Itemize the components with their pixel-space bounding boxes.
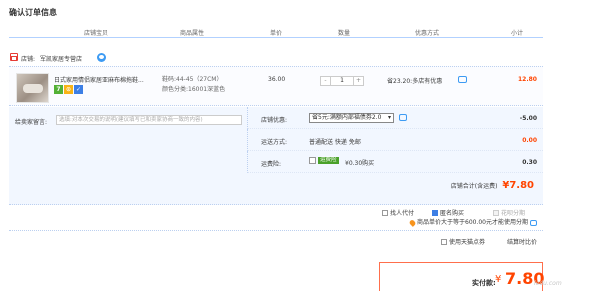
insurance-label: 运费险:	[261, 161, 282, 168]
coupon-info-icon[interactable]	[399, 114, 407, 121]
anonymous-option[interactable]: 匿名购买	[432, 208, 464, 217]
points-option[interactable]: 使用天猫点券	[441, 237, 485, 246]
order-summary: 给卖家留言: 选填:对本次交易的说明(建议填写已和卖家协商一致的内容) 店铺优惠…	[9, 107, 543, 205]
insurance-tag: 运费险	[318, 157, 339, 164]
shipping-row: 运送方式: 普通配送 快递 免邮 0.00	[247, 129, 543, 151]
sku-size: 鞋码:44-45（27CM）	[162, 76, 223, 83]
shipping-label: 运送方式:	[261, 139, 288, 146]
checkout-compare-link[interactable]: 结算时比价	[507, 237, 537, 246]
location-pin-icon	[408, 218, 417, 227]
column-header-discount: 优惠方式	[415, 30, 440, 37]
product-thumbnail[interactable]	[16, 73, 49, 103]
quantity-input[interactable]: 1	[331, 76, 353, 86]
column-header-attributes: 商品属性	[180, 30, 205, 37]
quantity-stepper: - 1 +	[320, 76, 364, 86]
proxy-pay-label: 找人代付	[390, 210, 415, 217]
extra-options: 使用天猫点券 结算时比价	[441, 237, 544, 247]
coupon-select[interactable]: 省5元:满额内部福债券2.0	[309, 113, 394, 123]
shop-name-link[interactable]: 军凯家居专营店	[40, 54, 82, 63]
quantity-decrease-button[interactable]: -	[320, 76, 331, 86]
shop-total-amount: ¥7.80	[502, 180, 534, 191]
insurance-amount: 0.30	[522, 159, 537, 166]
column-header-subtotal: 小计	[511, 30, 524, 37]
message-label: 给卖家留言:	[15, 119, 48, 126]
points-checkbox[interactable]	[441, 238, 447, 245]
huabei-tip-text: 商品单价大于等于600.00元才能使用分期	[417, 219, 528, 226]
payment-total-box: 实付款: ¥ 7.80	[379, 262, 544, 291]
shop-discount-row: 店铺优惠: 省5元:满额内部福债券2.0 -5.00	[247, 107, 543, 129]
shipping-amount: 0.00	[522, 137, 537, 144]
item-subtotal: 12.80	[518, 76, 537, 83]
shop-total: 店铺合计(含运费) ¥7.80	[451, 180, 534, 191]
proxy-pay-option[interactable]: 找人代付	[382, 208, 414, 217]
payment-label: 实付款:	[472, 279, 496, 287]
quantity-increase-button[interactable]: +	[353, 76, 364, 86]
chat-icon[interactable]	[97, 53, 106, 62]
huabei-option: 花呗分期	[493, 208, 525, 217]
seven-day-return-icon[interactable]: 7	[54, 85, 63, 94]
huabei-label: 花呗分期	[501, 210, 526, 217]
unit-price: 36.00	[268, 76, 286, 83]
product-sku: 鞋码:44-45（27CM） 颜色分类:16001深蓝色	[162, 75, 225, 95]
divider	[9, 230, 543, 231]
insurance-row: 运费险: 运费险 ¥0.30购买 0.30	[247, 151, 543, 173]
column-header-item: 店铺宝贝	[84, 30, 109, 37]
shipping-method: 普通配送 快递 免邮	[309, 139, 361, 146]
page-title: 确认订单信息	[9, 8, 57, 17]
shop-icon	[10, 53, 18, 61]
anonymous-label: 匿名购买	[440, 210, 465, 217]
promo-info-icon[interactable]	[458, 76, 467, 83]
guarantee-icon[interactable]: ✓	[74, 85, 83, 94]
order-item: 日式家用情侣家居亚麻布棉拖鞋... 7 ⊙ ✓ 鞋码:44-45（27CM） 颜色分…	[9, 66, 543, 106]
watermark: ledu.com	[534, 280, 562, 287]
shop-row: 店铺: 军凯家居专营店	[9, 51, 543, 64]
shop-label: 店铺:	[21, 56, 36, 63]
column-header-price: 单价	[270, 30, 283, 37]
sku-color: 颜色分类:16001深蓝色	[162, 86, 226, 93]
message-input[interactable]: 选填:对本次交易的说明(建议填写已和卖家协商一致的内容)	[56, 115, 242, 125]
proxy-pay-checkbox[interactable]	[382, 209, 388, 216]
huabei-tip: 商品单价大于等于600.00元才能使用分期	[408, 217, 537, 227]
product-title-link[interactable]: 日式家用情侣家居亚麻布棉拖鞋...	[54, 75, 150, 84]
huabei-checkbox	[493, 209, 499, 216]
shop-total-label: 店铺合计(含运费)	[450, 183, 498, 190]
discount-text: 省23.20:多店有优惠	[387, 78, 443, 85]
anonymous-checkbox[interactable]	[432, 209, 438, 216]
column-header: 店铺宝贝 商品属性 单价 数量 优惠方式 小计	[9, 25, 543, 38]
column-header-quantity: 数量	[338, 30, 351, 37]
product-badges: 7 ⊙ ✓	[54, 85, 84, 94]
shop-discount-label: 店铺优惠:	[261, 117, 288, 124]
points-label: 使用天猫点券	[449, 239, 486, 246]
payment-currency: ¥	[495, 274, 502, 285]
shop-discount-amount: -5.00	[519, 115, 537, 122]
insurance-checkbox[interactable]	[309, 157, 316, 164]
insurance-price: ¥0.30购买	[345, 160, 375, 167]
coin-icon[interactable]: ⊙	[64, 85, 73, 94]
help-icon[interactable]	[530, 219, 537, 226]
